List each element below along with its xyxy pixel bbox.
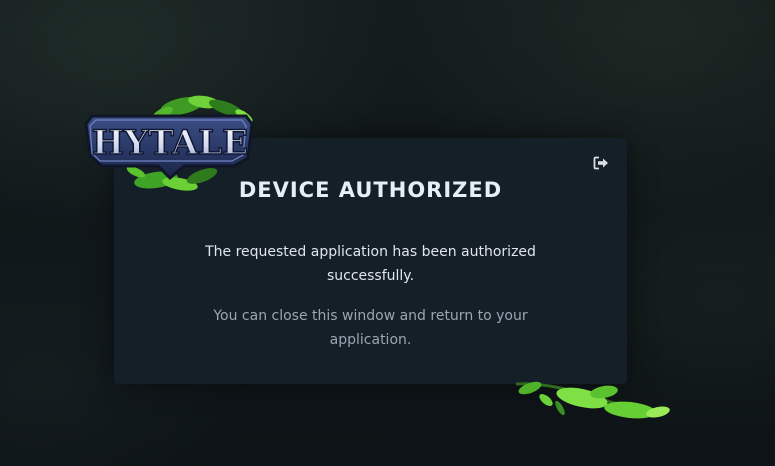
instruction-message: You can close this window and return to … [213,308,528,348]
success-message: The requested application has been autho… [205,244,536,284]
hytale-logo: HYTALE [84,95,254,191]
hytale-logo-text: HYTALE [92,123,248,163]
logout-button[interactable] [592,154,610,172]
leaves-bottom-decoration [515,381,670,419]
sign-out-icon [593,156,608,170]
